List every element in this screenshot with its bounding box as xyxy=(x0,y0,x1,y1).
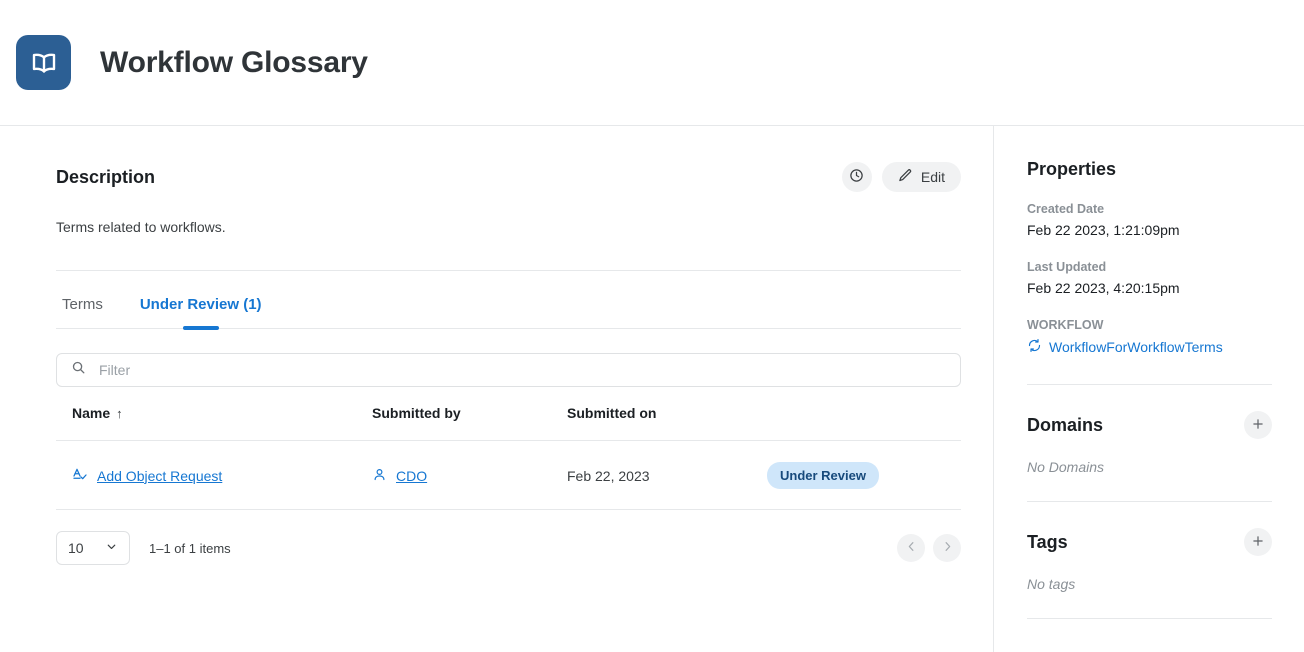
description-divider xyxy=(56,270,961,271)
edit-button[interactable]: Edit xyxy=(881,162,961,192)
description-actions: Edit xyxy=(841,162,961,192)
user-icon xyxy=(372,467,387,485)
search-icon xyxy=(71,360,86,380)
filter-box[interactable] xyxy=(56,353,961,387)
page-header: Workflow Glossary xyxy=(0,0,1304,126)
properties-title: Properties xyxy=(1027,159,1117,179)
table-body: Add Object Request CDO Feb 22, 2023 Unde… xyxy=(56,440,961,510)
plus-icon xyxy=(1251,533,1265,552)
column-header-submitted-on[interactable]: Submitted on xyxy=(567,405,767,441)
items-count: 1–1 of 1 items xyxy=(149,540,231,556)
domains-title: Domains xyxy=(1027,414,1104,435)
description-body: Terms related to workflows. xyxy=(56,219,226,235)
table-header-row: Name ↑ Submitted by Submitted on xyxy=(56,405,961,441)
next-page-button[interactable] xyxy=(933,534,961,562)
pagination-controls xyxy=(897,534,961,562)
page-size-value: 10 xyxy=(68,540,84,556)
column-header-status xyxy=(767,405,961,441)
search-input[interactable] xyxy=(97,361,946,379)
cell-name: Add Object Request xyxy=(56,440,372,510)
domains-section: Domains No Domains xyxy=(1027,411,1272,475)
previous-page-button[interactable] xyxy=(897,534,925,562)
edit-button-label: Edit xyxy=(920,169,945,185)
user-link[interactable]: CDO xyxy=(372,467,427,485)
page-body: Description Edit Terms related to workfl… xyxy=(0,126,1304,652)
workflow-label: WORKFLOW xyxy=(1027,318,1104,332)
sidebar-divider-2 xyxy=(1027,501,1272,502)
tab-terms[interactable]: Terms xyxy=(56,295,109,328)
cell-status: Under Review xyxy=(767,440,961,510)
last-updated-label: Last Updated xyxy=(1027,260,1107,274)
term-link-label: Add Object Request xyxy=(97,467,223,484)
open-book-icon xyxy=(16,35,71,90)
term-link[interactable]: Add Object Request xyxy=(72,466,222,485)
page-size-select[interactable]: 10 xyxy=(56,531,130,565)
description-title: Description xyxy=(56,166,156,187)
under-review-table: Name ↑ Submitted by Submitted on Add Obj… xyxy=(56,405,961,510)
created-date-label: Created Date xyxy=(1027,202,1105,216)
domains-empty-text: No Domains xyxy=(1027,459,1105,475)
cell-submitted-by: CDO xyxy=(372,440,567,510)
chevron-down-icon xyxy=(105,540,118,556)
last-updated-value: Feb 22 2023, 4:20:15pm xyxy=(1027,280,1180,296)
column-header-submitted-by[interactable]: Submitted by xyxy=(372,405,567,441)
sort-ascending-icon: ↑ xyxy=(116,406,123,421)
workflow-link-label: WorkflowForWorkflowTerms xyxy=(1049,339,1223,355)
column-header-name-label: Name xyxy=(72,405,111,421)
column-header-name[interactable]: Name ↑ xyxy=(56,405,372,441)
workflow-link[interactable]: WorkflowForWorkflowTerms xyxy=(1027,338,1223,356)
description-header: Description Edit xyxy=(56,126,961,192)
page-title: Workflow Glossary xyxy=(100,45,368,79)
tags-section: Tags No tags xyxy=(1027,528,1272,592)
clock-icon xyxy=(849,168,864,186)
main-content: Description Edit Terms related to workfl… xyxy=(0,126,994,652)
pagination-left: 10 1–1 of 1 items xyxy=(56,531,231,565)
properties-section: Properties Created Date Feb 22 2023, 1:2… xyxy=(1027,126,1272,358)
history-button[interactable] xyxy=(841,162,872,192)
table-head: Name ↑ Submitted by Submitted on xyxy=(56,405,961,441)
pagination: 10 1–1 of 1 items xyxy=(56,531,961,565)
add-domain-button[interactable] xyxy=(1244,411,1272,439)
glossary-term-icon xyxy=(72,466,88,485)
sidebar: Properties Created Date Feb 22 2023, 1:2… xyxy=(994,126,1304,652)
sidebar-divider-1 xyxy=(1027,384,1272,385)
created-date-value: Feb 22 2023, 1:21:09pm xyxy=(1027,222,1180,238)
tags-header: Tags xyxy=(1027,528,1272,556)
sidebar-divider-3 xyxy=(1027,618,1272,619)
cell-submitted-on: Feb 22, 2023 xyxy=(567,440,767,510)
domains-header: Domains xyxy=(1027,411,1272,439)
tab-under-review[interactable]: Under Review (1) xyxy=(134,295,268,328)
status-badge: Under Review xyxy=(767,462,879,489)
chevron-left-icon xyxy=(905,540,918,556)
tags-empty-text: No tags xyxy=(1027,576,1076,592)
chevron-right-icon xyxy=(941,540,954,556)
tags-title: Tags xyxy=(1027,531,1068,552)
user-link-label: CDO xyxy=(396,467,428,484)
table-row: Add Object Request CDO Feb 22, 2023 Unde… xyxy=(56,440,961,510)
add-tag-button[interactable] xyxy=(1244,528,1272,556)
pencil-icon xyxy=(898,168,913,186)
tab-bar: Terms Under Review (1) xyxy=(56,295,961,329)
workflow-icon xyxy=(1027,338,1042,356)
plus-icon xyxy=(1251,416,1265,435)
